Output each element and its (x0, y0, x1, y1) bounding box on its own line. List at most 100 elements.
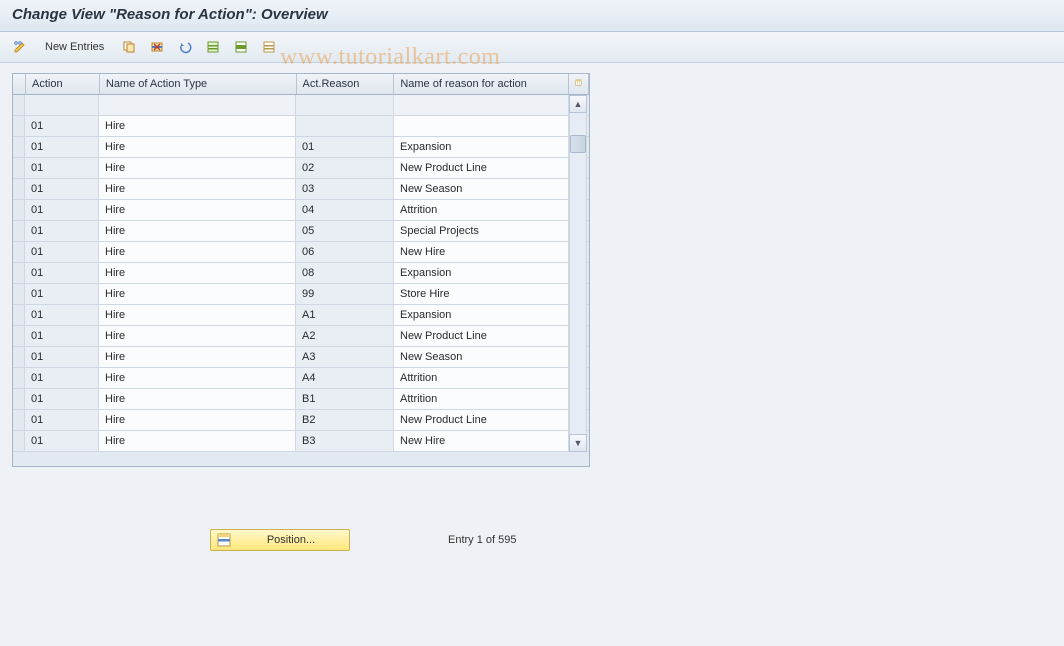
cell-action[interactable]: 01 (25, 431, 99, 452)
table-row[interactable]: 01HireB3New Hire (13, 431, 589, 452)
table-row[interactable]: 01HireB1Attrition (13, 389, 589, 410)
cell-action[interactable]: 01 (25, 137, 99, 158)
cell-act-reason[interactable]: 01 (296, 137, 394, 158)
cell-act-reason[interactable]: 02 (296, 158, 394, 179)
column-header-act-reason[interactable]: Act.Reason (297, 74, 395, 95)
cell-name-reason[interactable]: Special Projects (394, 221, 569, 242)
table-row[interactable]: 01Hire04Attrition (13, 200, 589, 221)
row-selector[interactable] (13, 347, 25, 368)
cell-name-reason[interactable]: Expansion (394, 263, 569, 284)
cell-name-reason[interactable]: Attrition (394, 389, 569, 410)
table-row[interactable]: 01Hire03New Season (13, 179, 589, 200)
cell-act-reason[interactable] (296, 116, 394, 137)
table-row[interactable]: 01Hire08Expansion (13, 263, 589, 284)
scroll-up-button[interactable]: ▲ (569, 95, 587, 113)
row-selector[interactable] (13, 431, 25, 452)
cell-act-reason[interactable]: A2 (296, 326, 394, 347)
cell-action[interactable]: 01 (25, 389, 99, 410)
cell-action[interactable] (25, 95, 99, 116)
cell-name-reason[interactable]: New Hire (394, 431, 569, 452)
undo-button[interactable] (173, 37, 197, 57)
cell-act-reason[interactable]: A3 (296, 347, 394, 368)
row-selector[interactable] (13, 389, 25, 410)
scroll-thumb[interactable] (570, 135, 586, 153)
cell-act-reason[interactable]: 99 (296, 284, 394, 305)
table-row[interactable]: 01HireB2New Product Line (13, 410, 589, 431)
cell-action[interactable]: 01 (25, 263, 99, 284)
cell-name-reason[interactable]: New Product Line (394, 326, 569, 347)
cell-name-reason[interactable]: New Season (394, 347, 569, 368)
cell-action[interactable]: 01 (25, 326, 99, 347)
scroll-down-button[interactable]: ▼ (569, 434, 587, 452)
column-header-name-reason[interactable]: Name of reason for action (394, 74, 569, 95)
row-selector[interactable] (13, 200, 25, 221)
row-selector[interactable] (13, 368, 25, 389)
cell-act-reason[interactable]: 04 (296, 200, 394, 221)
table-row[interactable]: 01Hire02New Product Line (13, 158, 589, 179)
select-block-button[interactable] (229, 37, 253, 57)
cell-name-reason[interactable]: Expansion (394, 305, 569, 326)
row-selector[interactable] (13, 263, 25, 284)
cell-name-reason[interactable]: Store Hire (394, 284, 569, 305)
row-selector[interactable] (13, 326, 25, 347)
cell-act-reason[interactable]: A1 (296, 305, 394, 326)
row-selector[interactable] (13, 179, 25, 200)
table-row[interactable]: 01Hire (13, 116, 589, 137)
table-row[interactable]: 01Hire01Expansion (13, 137, 589, 158)
table-row[interactable]: 01Hire05Special Projects (13, 221, 589, 242)
cell-act-reason[interactable]: 06 (296, 242, 394, 263)
table-row[interactable]: 01HireA3New Season (13, 347, 589, 368)
table-row[interactable]: 01Hire06New Hire (13, 242, 589, 263)
cell-name-reason[interactable]: New Product Line (394, 158, 569, 179)
cell-name-reason[interactable] (394, 116, 569, 137)
row-selector[interactable] (13, 242, 25, 263)
cell-action[interactable]: 01 (25, 158, 99, 179)
cell-name-reason[interactable]: New Product Line (394, 410, 569, 431)
column-header-action[interactable]: Action (26, 74, 100, 95)
cell-action[interactable]: 01 (25, 305, 99, 326)
cell-action[interactable]: 01 (25, 410, 99, 431)
cell-name-reason[interactable]: Attrition (394, 368, 569, 389)
table-row[interactable]: 01HireA4Attrition (13, 368, 589, 389)
cell-act-reason[interactable] (296, 95, 394, 116)
cell-name-reason[interactable] (394, 95, 569, 116)
cell-action[interactable]: 01 (25, 347, 99, 368)
cell-act-reason[interactable]: B3 (296, 431, 394, 452)
cell-name-reason[interactable]: Attrition (394, 200, 569, 221)
cell-action[interactable]: 01 (25, 284, 99, 305)
toggle-display-change-button[interactable] (8, 37, 36, 57)
table-row[interactable]: 01HireA1Expansion (13, 305, 589, 326)
cell-act-reason[interactable]: B2 (296, 410, 394, 431)
copy-as-button[interactable] (117, 37, 141, 57)
select-all-button[interactable] (201, 37, 225, 57)
cell-act-reason[interactable]: 03 (296, 179, 394, 200)
cell-action[interactable]: 01 (25, 116, 99, 137)
cell-act-reason[interactable]: 08 (296, 263, 394, 284)
table-row[interactable]: 01HireA2New Product Line (13, 326, 589, 347)
row-selector[interactable] (13, 284, 25, 305)
cell-action[interactable]: 01 (25, 221, 99, 242)
delete-button[interactable] (145, 37, 169, 57)
row-selector[interactable] (13, 305, 25, 326)
table-settings-button[interactable] (569, 74, 589, 95)
cell-action[interactable]: 01 (25, 368, 99, 389)
row-selector[interactable] (13, 137, 25, 158)
cell-act-reason[interactable]: A4 (296, 368, 394, 389)
position-button[interactable]: Position... (210, 529, 350, 551)
table-row[interactable]: 01Hire99Store Hire (13, 284, 589, 305)
row-selector[interactable] (13, 116, 25, 137)
deselect-all-button[interactable] (257, 37, 281, 57)
cell-action[interactable]: 01 (25, 179, 99, 200)
row-selector[interactable] (13, 95, 25, 116)
row-selector[interactable] (13, 158, 25, 179)
new-entries-button[interactable]: New Entries (40, 37, 113, 57)
scroll-track[interactable] (569, 113, 587, 434)
cell-action[interactable]: 01 (25, 242, 99, 263)
row-selector[interactable] (13, 221, 25, 242)
table-row[interactable] (13, 95, 589, 116)
cell-action[interactable]: 01 (25, 200, 99, 221)
row-selector-header[interactable] (13, 74, 26, 95)
column-header-name-type[interactable]: Name of Action Type (100, 74, 297, 95)
cell-act-reason[interactable]: 05 (296, 221, 394, 242)
cell-name-reason[interactable]: Expansion (394, 137, 569, 158)
